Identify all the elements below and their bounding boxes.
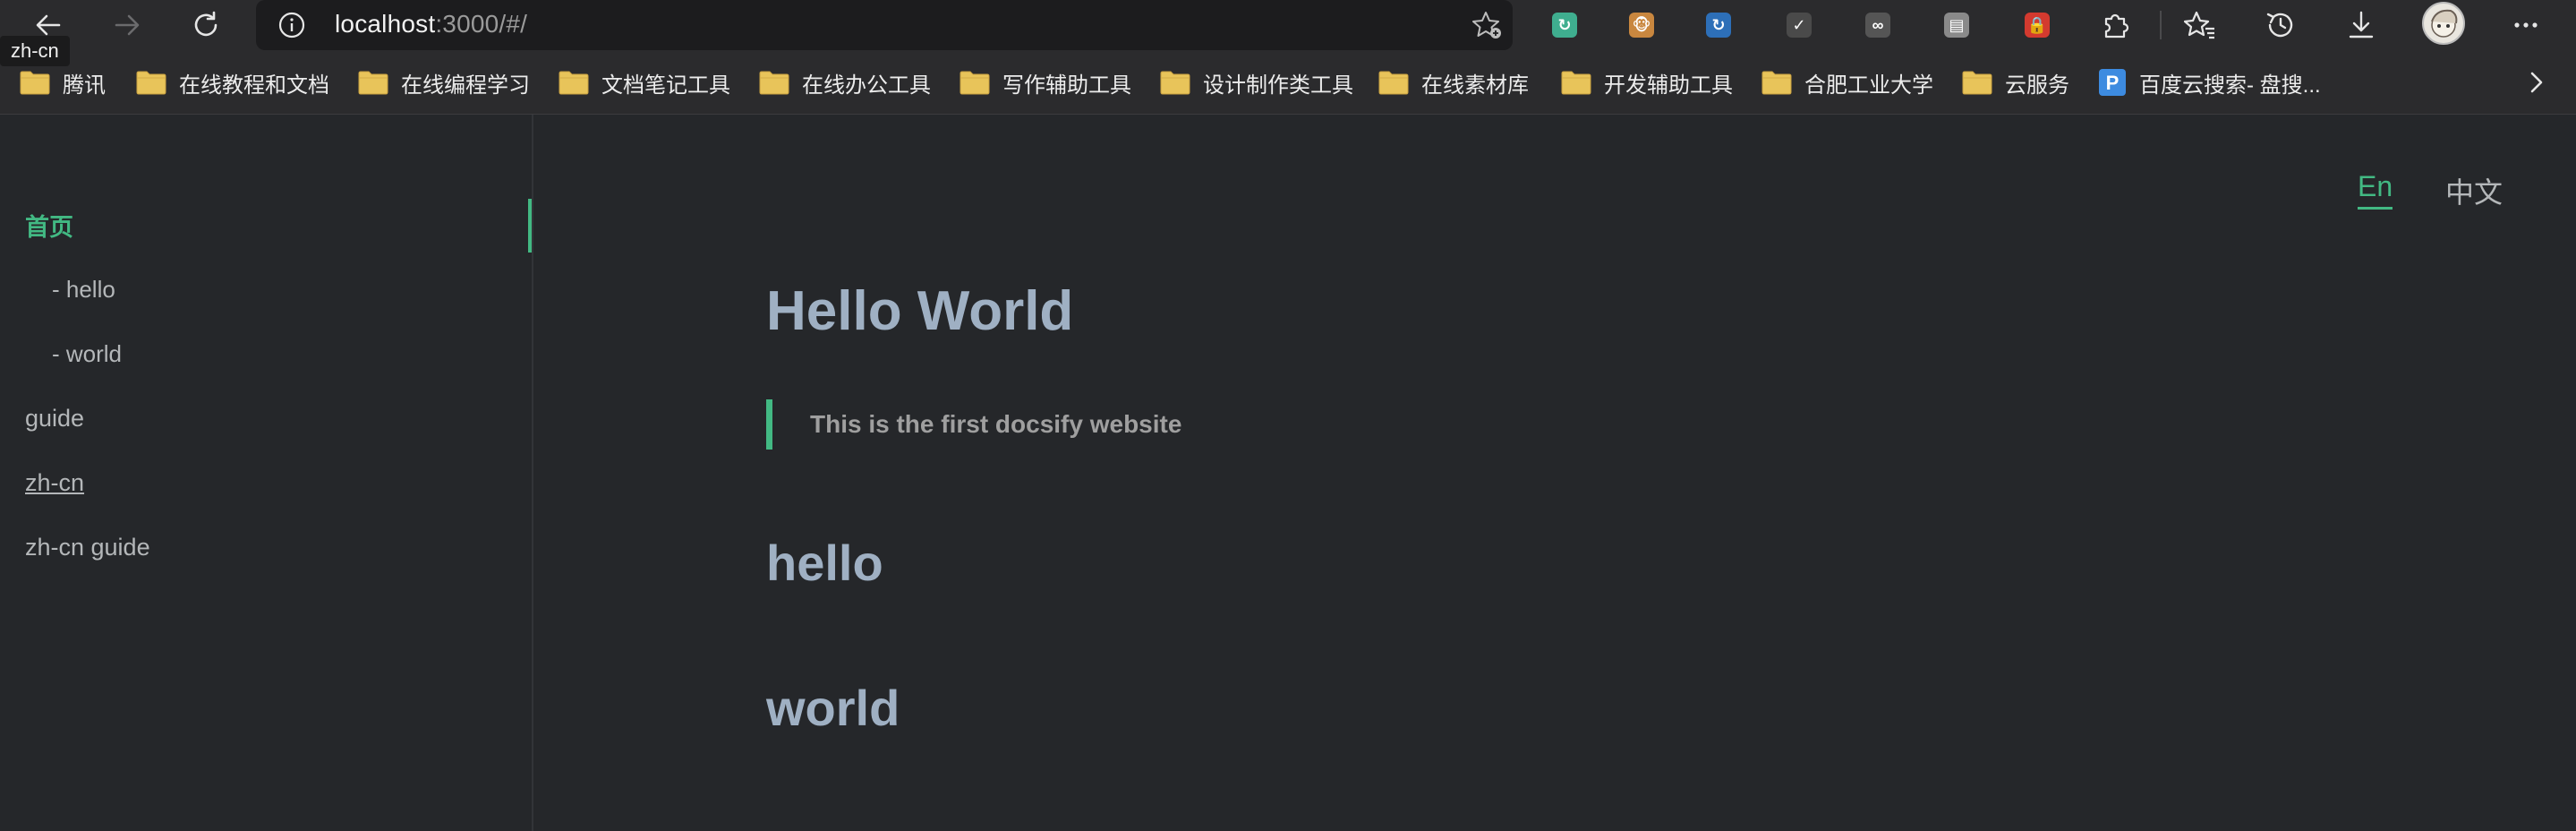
folder-icon <box>1761 69 1792 96</box>
check-extension-icon-glyph: ✓ <box>1787 13 1812 38</box>
reload-icon <box>194 11 218 37</box>
sync-extension-icon[interactable]: ↻ <box>1699 5 1738 45</box>
bookmark-label: 文档笔记工具 <box>601 73 730 98</box>
sync-extension-icon-glyph: ↻ <box>1706 13 1731 38</box>
bookmark-label: 开发辅助工具 <box>1604 73 1733 98</box>
refresh-extension-icon[interactable]: ↻ <box>1545 5 1584 45</box>
bookmark-label: 云服务 <box>2005 73 2069 98</box>
page-title: Hello World <box>766 280 1074 342</box>
bookmark-item[interactable]: 在线办公工具 <box>759 64 931 100</box>
browser-toolbar: localhost:3000/#/ ↻ 🐵 ↻ ✓ ∞ ▤ 🔒 <box>0 0 2576 50</box>
favorites-icon <box>2184 11 2214 39</box>
bookmarks-overflow-button[interactable] <box>2524 68 2549 101</box>
bookmark-label: 在线教程和文档 <box>179 73 329 98</box>
bookmark-item[interactable]: 写作辅助工具 <box>960 64 1131 100</box>
refresh-extension-icon-glyph: ↻ <box>1552 13 1577 38</box>
folder-icon <box>136 69 166 96</box>
sidebar-item-guide[interactable]: guide <box>25 405 84 433</box>
bookmark-item[interactable]: 开发辅助工具 <box>1561 64 1733 100</box>
reader-extension-icon-glyph: ▤ <box>1944 13 1969 38</box>
bookmark-item[interactable]: 云服务 <box>1962 64 2069 100</box>
url-text[interactable]: localhost:3000/#/ <box>335 0 527 50</box>
glasses-extension-icon-glyph: ∞ <box>1865 13 1890 38</box>
check-extension-icon[interactable]: ✓ <box>1779 5 1819 45</box>
history-icon <box>2266 13 2293 38</box>
folder-icon <box>960 69 990 96</box>
bookmark-label: 设计制作类工具 <box>1203 73 1353 98</box>
bookmark-label: 百度云搜索- 盘搜... <box>2139 73 2321 98</box>
pan-search-icon: P <box>2098 68 2127 97</box>
extensions-puzzle-icon[interactable] <box>2096 5 2136 45</box>
bookmark-item[interactable]: 在线编程学习 <box>358 64 530 100</box>
downloads-button[interactable] <box>2338 4 2384 47</box>
add-favorite-icon[interactable] <box>1470 7 1506 43</box>
reader-extension-icon[interactable]: ▤ <box>1937 5 1976 45</box>
history-button[interactable] <box>2257 4 2304 47</box>
glasses-extension-icon[interactable]: ∞ <box>1858 5 1898 45</box>
favorites-button[interactable] <box>2177 4 2223 47</box>
shield-extension-icon-glyph: 🔒 <box>2025 13 2050 38</box>
heading-hello[interactable]: hello <box>766 532 883 595</box>
sidebar-item-world[interactable]: - world <box>52 340 122 368</box>
sidebar-item-home[interactable]: 首页 <box>25 208 73 243</box>
bookmark-item[interactable]: P 百度云搜索- 盘搜... <box>2098 64 2321 100</box>
lang-zh-link[interactable]: 中文 <box>2445 170 2503 211</box>
sidebar-item-zh-cn[interactable]: zh-cn <box>25 469 84 497</box>
folder-icon <box>1962 69 1992 96</box>
url-path: :3000/#/ <box>435 10 528 38</box>
url-host: localhost <box>335 10 436 38</box>
toolbar-separator <box>2160 11 2162 39</box>
forward-arrow-icon <box>115 14 140 36</box>
chevron-right-icon <box>2530 72 2543 93</box>
download-icon <box>2349 11 2374 39</box>
folder-icon <box>358 69 388 96</box>
bookmark-label: 写作辅助工具 <box>1002 73 1131 98</box>
sidebar: 首页 - hello - world guide zh-cn zh-cn gui… <box>0 115 533 831</box>
sidebar-item-zh-cn-guide[interactable]: zh-cn guide <box>25 534 150 561</box>
tooltip: zh-cn <box>0 36 70 66</box>
blockquote: This is the first docsify website <box>766 399 1181 450</box>
lang-en-link[interactable]: En <box>2358 170 2393 210</box>
monkey-extension-icon[interactable]: 🐵 <box>1622 5 1661 45</box>
bookmark-item[interactable]: 设计制作类工具 <box>1160 64 1353 100</box>
folder-icon <box>1561 69 1591 96</box>
folder-icon <box>1160 69 1190 96</box>
profile-avatar[interactable] <box>2422 2 2465 45</box>
bookmark-item[interactable]: 文档笔记工具 <box>559 64 730 100</box>
bookmarks-bar: 腾讯 在线教程和文档 在线编程学习 文档笔记工具 在线办公工具 写作辅助工具 设计制作类工具… <box>0 50 2576 115</box>
shield-extension-icon[interactable]: 🔒 <box>2017 5 2057 45</box>
bookmark-label: 在线办公工具 <box>802 73 931 98</box>
reload-button[interactable] <box>183 4 229 47</box>
folder-icon <box>559 69 589 96</box>
bookmark-item[interactable]: 合肥工业大学 <box>1761 64 1933 100</box>
address-bar[interactable]: localhost:3000/#/ <box>256 0 1513 50</box>
monkey-extension-icon-glyph: 🐵 <box>1629 13 1654 38</box>
forward-button[interactable] <box>104 4 150 47</box>
bookmark-label: 腾讯 <box>63 73 106 98</box>
folder-icon <box>20 69 50 96</box>
more-dots-icon <box>2514 22 2538 28</box>
sidebar-active-indicator <box>528 199 532 253</box>
folder-icon <box>759 69 789 96</box>
bookmark-label: 在线编程学习 <box>401 73 530 98</box>
site-info-icon[interactable] <box>276 9 308 41</box>
bookmark-item[interactable]: 在线教程和文档 <box>136 64 329 100</box>
bookmark-label: 合肥工业大学 <box>1804 73 1933 98</box>
more-menu-button[interactable] <box>2503 4 2549 47</box>
sidebar-item-hello[interactable]: - hello <box>52 276 115 304</box>
bookmark-item[interactable]: 在线素材库 <box>1378 64 1529 100</box>
folder-icon <box>1378 69 1409 96</box>
heading-world[interactable]: world <box>766 677 900 740</box>
bookmark-item[interactable]: 腾讯 <box>20 64 106 100</box>
svg-text:P: P <box>2106 72 2120 94</box>
bookmark-label: 在线素材库 <box>1421 73 1529 98</box>
